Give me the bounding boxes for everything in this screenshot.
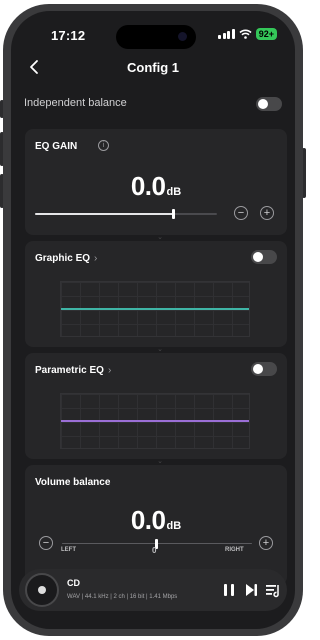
pause-icon[interactable] (221, 582, 237, 598)
eq-gain-slider[interactable] (35, 209, 217, 219)
graphic-eq-graph (60, 281, 250, 337)
volume-balance-value: 0.0dB (130, 505, 182, 535)
info-icon[interactable]: i (98, 140, 109, 151)
eq-gain-title: EQ GAIN (35, 141, 78, 152)
volume-balance-slider[interactable] (62, 539, 252, 549)
page-title: Config 1 (127, 60, 179, 75)
graphic-eq-toggle[interactable] (251, 250, 277, 264)
parametric-eq-curve (61, 420, 249, 422)
volume-balance-plus-button[interactable]: + (259, 536, 273, 550)
status-time: 17:12 (51, 28, 86, 43)
graphic-eq-card: Graphic EQ › (25, 241, 287, 347)
independent-balance-row: Independent balance (24, 94, 282, 114)
chevron-right-icon: › (94, 253, 98, 264)
chevron-right-icon: › (107, 365, 112, 376)
track-meta: WAV | 44.1 kHz | 2 ch | 16 bit | 1.41 Mb… (67, 594, 178, 600)
next-track-icon[interactable] (243, 582, 259, 598)
eq-gain-plus-button[interactable]: + (260, 206, 274, 220)
independent-balance-toggle[interactable] (256, 97, 282, 111)
signal-icon (218, 29, 235, 39)
eq-gain-minus-button[interactable]: − (234, 206, 248, 220)
status-bar: 17:12 92+ (11, 11, 295, 51)
cd-disc-icon (25, 573, 59, 607)
balance-left-label: LEFT (61, 547, 76, 553)
graphic-eq-curve (61, 308, 249, 310)
parametric-eq-title[interactable]: Parametric EQ › (35, 365, 111, 376)
phone-frame: 17:12 92+ Config 1 Independent balance E… (3, 4, 303, 636)
eq-gain-value: 0.0dB (130, 171, 182, 201)
eq-gain-slider-thumb[interactable] (172, 209, 176, 219)
camera-icon (178, 32, 187, 41)
status-icons: 92+ (218, 28, 277, 40)
independent-balance-label: Independent balance (24, 97, 127, 109)
mini-player[interactable]: CD WAV | 44.1 kHz | 2 ch | 16 bit | 1.41… (19, 569, 287, 611)
graphic-eq-title[interactable]: Graphic EQ › (35, 253, 97, 264)
eq-gain-card: EQ GAIN i 0.0dB − + (25, 129, 287, 235)
track-title: CD (67, 578, 80, 588)
volume-balance-minus-button[interactable]: − (39, 536, 53, 550)
battery-indicator: 92+ (255, 28, 277, 40)
volume-balance-card: Volume balance 0.0dB − + LEFT 0 RIGHT (25, 465, 287, 585)
balance-center-label: 0 (152, 546, 157, 555)
nav-bar: Config 1 (11, 55, 295, 79)
queue-icon[interactable] (265, 582, 281, 598)
eq-gain-slider-fill (35, 213, 174, 215)
parametric-eq-card: Parametric EQ › (25, 353, 287, 459)
volume-balance-title: Volume balance (35, 477, 111, 488)
balance-right-label: RIGHT (225, 547, 244, 553)
parametric-eq-toggle[interactable] (251, 362, 277, 376)
screen: 17:12 92+ Config 1 Independent balance E… (11, 11, 295, 629)
dynamic-island (116, 25, 196, 49)
wifi-icon (239, 29, 252, 39)
parametric-eq-graph (60, 393, 250, 449)
